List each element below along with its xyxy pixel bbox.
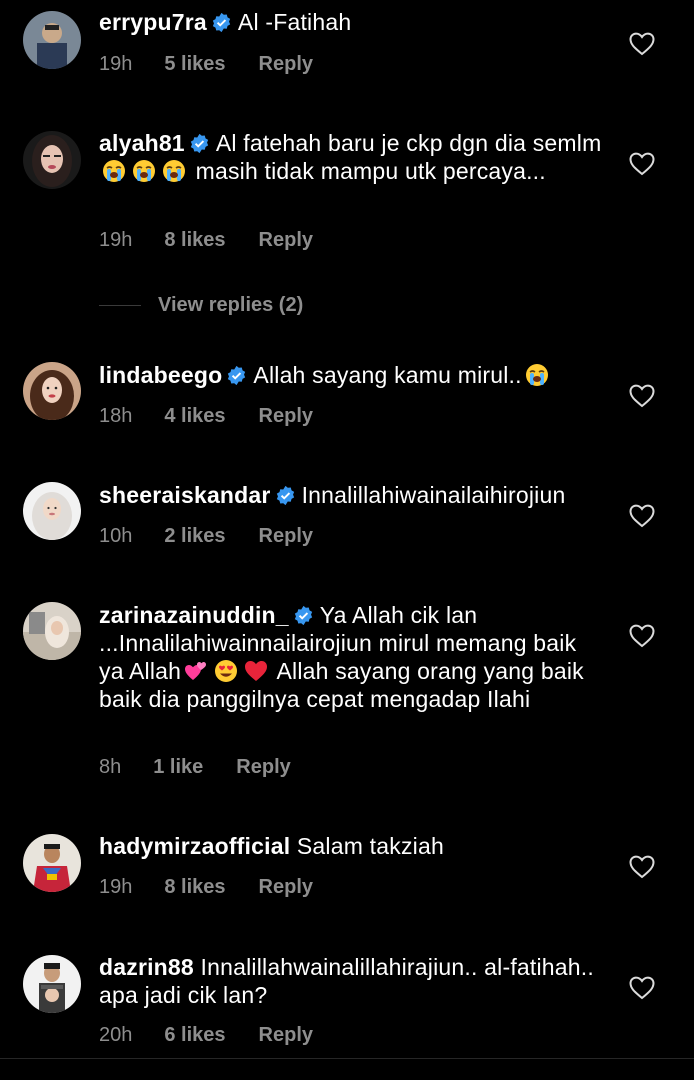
comment-text: errypu7ra Al -Fatihah bbox=[99, 8, 604, 36]
reply-button[interactable]: Reply bbox=[259, 876, 313, 899]
username[interactable]: dazrin88 bbox=[99, 954, 194, 980]
reply-button[interactable]: Reply bbox=[259, 229, 313, 252]
two-hearts-icon bbox=[184, 659, 208, 683]
comment-meta: 19h 5 likes Reply bbox=[99, 53, 313, 76]
likes-count[interactable]: 5 likes bbox=[164, 53, 225, 76]
username[interactable]: sheeraiskandar bbox=[99, 482, 271, 508]
comment-body: Al fatehah baru je ckp dgn dia semlm bbox=[215, 130, 602, 156]
avatar[interactable] bbox=[23, 482, 81, 540]
likes-count[interactable]: 8 likes bbox=[164, 229, 225, 252]
timestamp: 8h bbox=[99, 756, 122, 778]
comment-body: Al -Fatihah bbox=[237, 9, 352, 35]
view-replies-label: View replies (2) bbox=[158, 294, 304, 316]
avatar[interactable] bbox=[23, 131, 81, 189]
comment-text: sheeraiskandar Innalillahiwainailaihiroji… bbox=[99, 481, 604, 509]
reply-button[interactable]: Reply bbox=[259, 525, 313, 548]
timestamp: 19h bbox=[99, 53, 133, 75]
username[interactable]: alyah81 bbox=[99, 130, 185, 156]
comment-meta: 10h 2 likes Reply bbox=[99, 525, 313, 548]
like-heart-icon[interactable] bbox=[629, 504, 655, 528]
comment-text: dazrin88 Innalillahwainalillahirajiun.. … bbox=[99, 953, 604, 1009]
timestamp: 19h bbox=[99, 229, 133, 251]
username[interactable]: lindabeego bbox=[99, 362, 222, 388]
timestamp: 20h bbox=[99, 1024, 133, 1046]
comment-meta: 19h 8 likes Reply bbox=[99, 229, 313, 252]
comment-meta: 19h 8 likes Reply bbox=[99, 876, 313, 899]
comment-text: lindabeego Allah sayang kamu mirul.. bbox=[99, 361, 604, 389]
comment-text: zarinazainuddin_ Ya Allah cik lan ...Inna… bbox=[99, 601, 604, 713]
likes-count[interactable]: 6 likes bbox=[164, 1024, 225, 1047]
verified-badge-icon bbox=[189, 133, 210, 154]
comment-meta: 8h 1 like Reply bbox=[99, 756, 291, 779]
reply-button[interactable]: Reply bbox=[259, 1024, 313, 1047]
username[interactable]: errypu7ra bbox=[99, 9, 207, 35]
replies-divider-line bbox=[99, 305, 141, 307]
username[interactable]: zarinazainuddin_ bbox=[99, 602, 289, 628]
like-heart-icon[interactable] bbox=[629, 152, 655, 176]
like-heart-icon[interactable] bbox=[629, 32, 655, 56]
likes-count[interactable]: 4 likes bbox=[164, 405, 225, 428]
reply-button[interactable]: Reply bbox=[236, 756, 290, 779]
comment-meta: 20h 6 likes Reply bbox=[99, 1024, 313, 1047]
like-heart-icon[interactable] bbox=[629, 855, 655, 879]
loudly-crying-face-icon bbox=[525, 363, 549, 387]
loudly-crying-face-icon bbox=[102, 159, 126, 183]
red-heart-icon bbox=[244, 659, 268, 683]
smiling-face-with-heart-eyes-icon bbox=[214, 659, 238, 683]
avatar[interactable] bbox=[23, 602, 81, 660]
username[interactable]: hadymirzaofficial bbox=[99, 833, 290, 859]
view-replies-button[interactable]: View replies (2) bbox=[99, 294, 303, 320]
comment-body: Allah sayang kamu mirul.. bbox=[253, 362, 522, 388]
comment-text: alyah81 Al fatehah baru je ckp dgn dia se… bbox=[99, 129, 604, 185]
loudly-crying-face-icon bbox=[132, 159, 156, 183]
comment-text: hadymirzaofficial Salam takziah bbox=[99, 832, 604, 860]
timestamp: 18h bbox=[99, 405, 133, 427]
comment-body: Salam takziah bbox=[296, 833, 444, 859]
reply-button[interactable]: Reply bbox=[259, 405, 313, 428]
verified-badge-icon bbox=[226, 365, 247, 386]
avatar[interactable] bbox=[23, 955, 81, 1013]
verified-badge-icon bbox=[293, 605, 314, 626]
timestamp: 10h bbox=[99, 525, 133, 547]
comment-meta: 18h 4 likes Reply bbox=[99, 405, 313, 428]
like-heart-icon[interactable] bbox=[629, 624, 655, 648]
verified-badge-icon bbox=[275, 485, 296, 506]
comment-body: masih tidak mampu utk percaya... bbox=[195, 158, 546, 184]
timestamp: 19h bbox=[99, 876, 133, 898]
likes-count[interactable]: 8 likes bbox=[164, 876, 225, 899]
avatar[interactable] bbox=[23, 11, 81, 69]
verified-badge-icon bbox=[211, 12, 232, 33]
comment-body: Innalillahiwainailaihirojiun bbox=[301, 482, 566, 508]
like-heart-icon[interactable] bbox=[629, 384, 655, 408]
like-heart-icon[interactable] bbox=[629, 976, 655, 1000]
likes-count[interactable]: 2 likes bbox=[164, 525, 225, 548]
likes-count[interactable]: 1 like bbox=[153, 756, 203, 779]
reply-button[interactable]: Reply bbox=[259, 53, 313, 76]
avatar[interactable] bbox=[23, 362, 81, 420]
loudly-crying-face-icon bbox=[162, 159, 186, 183]
bottom-divider bbox=[0, 1058, 694, 1059]
avatar[interactable] bbox=[23, 834, 81, 892]
